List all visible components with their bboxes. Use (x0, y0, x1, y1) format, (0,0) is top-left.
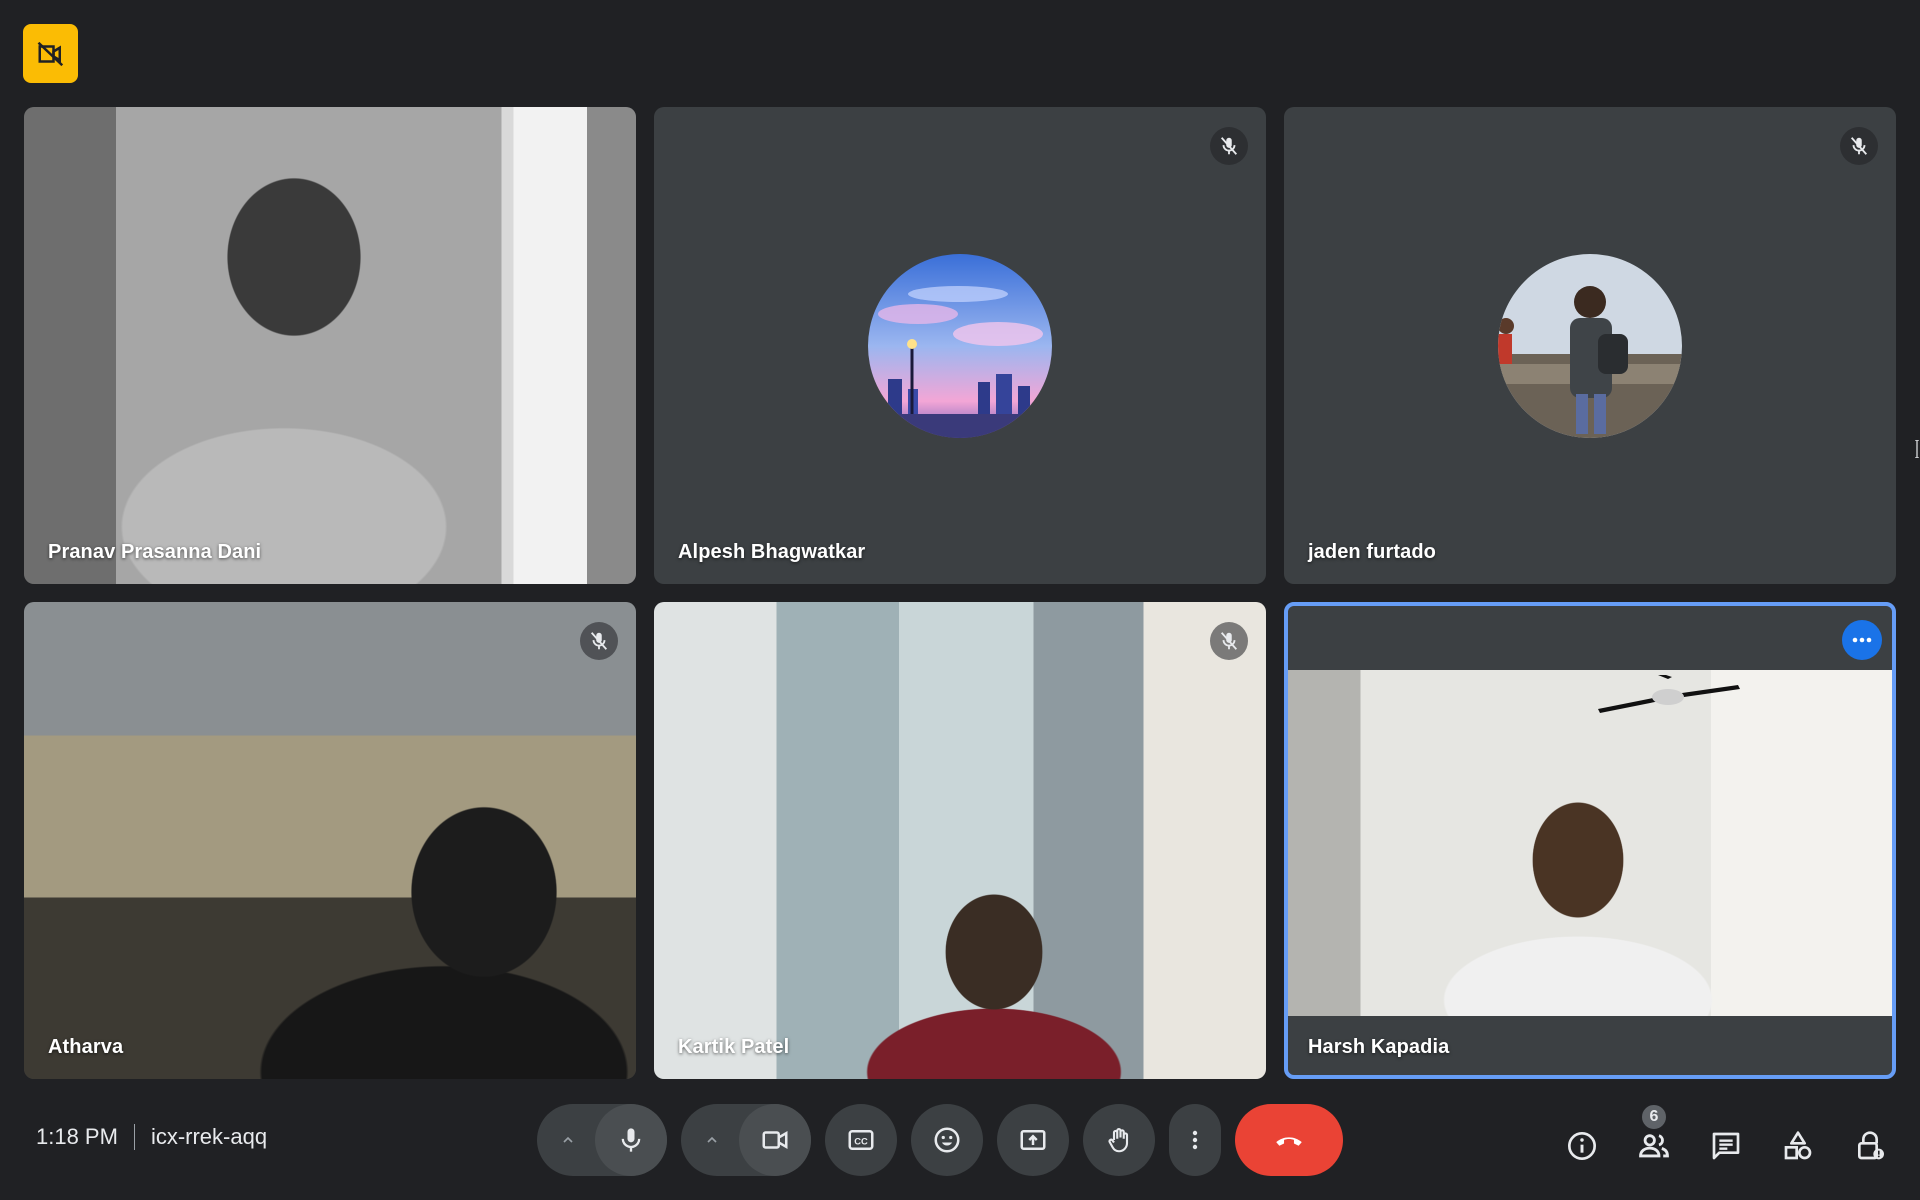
participant-name: Kartik Patel (678, 1036, 790, 1058)
bottom-toolbar: 1:18 PM icx-rrek-aqq CC 6 (0, 1094, 1920, 1200)
participant-grid: Pranav Prasanna Dani Alpesh Bhagwatkar j… (24, 107, 1896, 1079)
activities-button[interactable] (1768, 1116, 1828, 1176)
participant-name: Atharva (48, 1036, 124, 1058)
leave-call-button[interactable] (1235, 1104, 1343, 1176)
participant-tile[interactable]: Alpesh Bhagwatkar (654, 107, 1266, 584)
lock-icon (1858, 1131, 1884, 1160)
chat-button[interactable] (1696, 1116, 1756, 1176)
meeting-info-button[interactable] (1552, 1116, 1612, 1176)
mic-off-icon (1220, 632, 1238, 650)
raise-hand-button[interactable] (1083, 1104, 1155, 1176)
chevron-up-icon (563, 1136, 573, 1143)
more-options-button[interactable] (1169, 1104, 1221, 1176)
raise-hand-icon (1108, 1128, 1129, 1153)
participant-tile[interactable]: Atharva (24, 602, 636, 1079)
host-controls-button[interactable] (1840, 1116, 1900, 1176)
emoji-icon (934, 1127, 960, 1153)
microphone-button[interactable] (595, 1104, 667, 1176)
chevron-up-icon (707, 1136, 717, 1143)
muted-indicator (1840, 127, 1878, 165)
participant-name: Alpesh Bhagwatkar (678, 541, 866, 563)
participant-tile[interactable]: jaden furtado (1284, 107, 1896, 584)
camera-icon (762, 1130, 788, 1150)
participant-video (1288, 670, 1892, 1016)
divider (133, 1124, 135, 1150)
svg-text:CC: CC (854, 1136, 868, 1146)
mic-off-icon (590, 632, 608, 650)
participant-video (24, 107, 636, 584)
present-screen-icon (1020, 1130, 1046, 1150)
participant-name: Pranav Prasanna Dani (48, 541, 262, 563)
info-icon (1568, 1132, 1596, 1160)
muted-indicator (580, 622, 618, 660)
avatar (868, 254, 1052, 438)
mic-icon (621, 1128, 641, 1152)
participant-count-badge: 6 (1639, 1102, 1669, 1132)
captions-button[interactable]: CC (825, 1104, 897, 1176)
meeting-time: 1:18 PM (36, 1124, 118, 1149)
muted-indicator (1210, 622, 1248, 660)
side-panel-tools: 6 (1540, 1102, 1900, 1176)
activities-icon (1784, 1131, 1812, 1160)
muted-indicator (1210, 127, 1248, 165)
people-button[interactable]: 6 (1624, 1102, 1684, 1176)
participant-video (654, 602, 1266, 1079)
call-controls: CC (537, 1104, 1343, 1176)
people-icon (1639, 1134, 1669, 1158)
avatar (1498, 254, 1682, 438)
emoji-reactions-button[interactable] (911, 1104, 983, 1176)
resize-caret (1915, 440, 1919, 458)
video-off-icon (37, 41, 63, 66)
chat-icon (1712, 1132, 1740, 1160)
participant-tile[interactable]: Pranav Prasanna Dani (24, 107, 636, 584)
more-horizontal-icon (1852, 637, 1872, 643)
leave-call-icon (1276, 1137, 1302, 1146)
meeting-details: 1:18 PM icx-rrek-aqq (36, 1124, 267, 1150)
video-off-badge[interactable] (23, 24, 78, 83)
meeting-code[interactable]: icx-rrek-aqq (151, 1124, 267, 1150)
self-participant-tile[interactable]: Harsh Kapadia (1284, 602, 1896, 1079)
captions-icon: CC (848, 1130, 874, 1150)
participant-tile[interactable]: Kartik Patel (654, 602, 1266, 1079)
more-vertical-icon (1192, 1130, 1198, 1150)
participant-name: jaden furtado (1308, 541, 1436, 563)
video-options-button[interactable] (697, 1132, 727, 1148)
audio-options-button[interactable] (553, 1132, 583, 1148)
ceiling-fan (1598, 675, 1740, 713)
participant-name: Harsh Kapadia (1308, 1036, 1450, 1058)
camera-button[interactable] (739, 1104, 811, 1176)
present-screen-button[interactable] (997, 1104, 1069, 1176)
mic-off-icon (1850, 137, 1868, 155)
audio-control-group (537, 1104, 667, 1176)
video-control-group (681, 1104, 811, 1176)
participant-video (24, 602, 636, 1079)
mic-off-icon (1220, 137, 1238, 155)
tile-options-button[interactable] (1842, 620, 1882, 660)
meet-window: Pranav Prasanna Dani Alpesh Bhagwatkar j… (0, 0, 1920, 1200)
